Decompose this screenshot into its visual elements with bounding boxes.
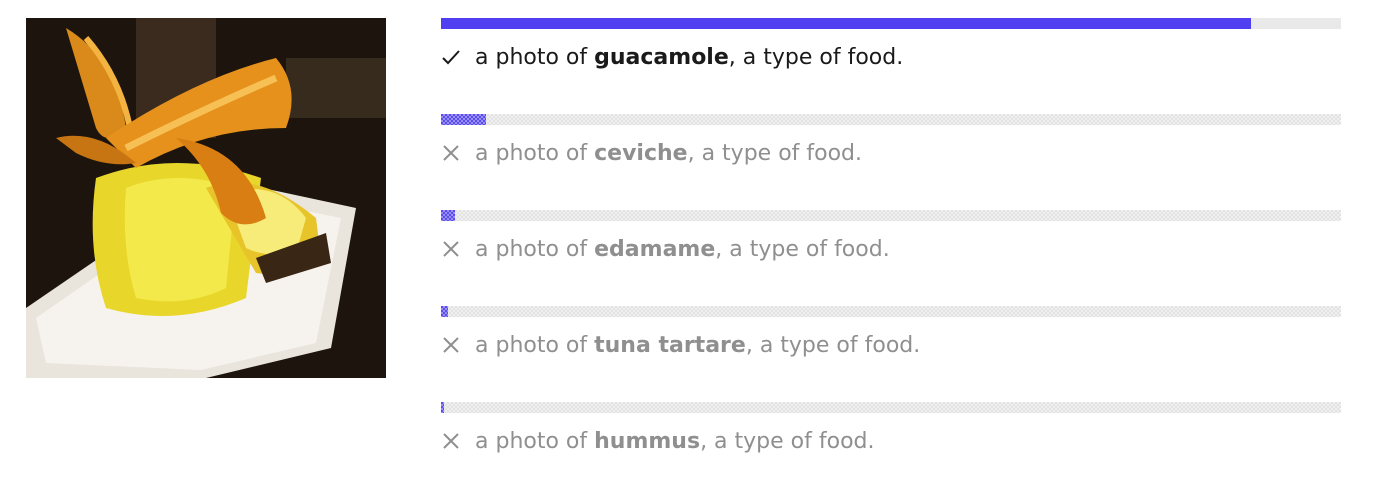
label-prefix: a photo of (475, 140, 595, 166)
prediction-label: a photo of hummus, a type of food. (441, 426, 874, 456)
label-prefix: a photo of (475, 428, 595, 454)
score-bar-fill (441, 18, 1251, 29)
label-prefix: a photo of (475, 236, 595, 262)
close-icon (441, 335, 461, 355)
class-name: edamame (594, 236, 716, 262)
prediction-label: a photo of tuna tartare, a type of food. (441, 330, 920, 360)
score-bar-track (441, 18, 1341, 29)
prediction-list: a photo of guacamole, a type of food. a p… (441, 18, 1341, 498)
score-bar-track (441, 306, 1341, 317)
score-bar-fill (441, 210, 456, 221)
prediction-row: a photo of guacamole, a type of food. (441, 18, 1341, 114)
label-prefix: a photo of (475, 332, 595, 358)
score-bar-fill (441, 402, 444, 413)
label-suffix: , a type of food. (687, 140, 863, 166)
close-icon (441, 239, 461, 259)
score-bar-track (441, 210, 1341, 221)
prediction-row: a photo of hummus, a type of food. (441, 402, 1341, 498)
score-bar-fill (441, 114, 486, 125)
label-suffix: , a type of food. (715, 236, 890, 262)
label-suffix: , a type of food. (745, 332, 921, 358)
label-suffix: , a type of food. (728, 44, 904, 70)
class-name: tuna tartare (594, 332, 746, 358)
prediction-row: a photo of tuna tartare, a type of food. (441, 306, 1341, 402)
class-name: ceviche (594, 140, 688, 166)
class-name: guacamole (594, 44, 729, 70)
prediction-label: a photo of guacamole, a type of food. (441, 42, 903, 72)
food-photo-image (26, 18, 386, 378)
prediction-row: a photo of ceviche, a type of food. (441, 114, 1341, 210)
label-prefix: a photo of (475, 44, 595, 70)
label-suffix: , a type of food. (700, 428, 875, 454)
close-icon (441, 143, 461, 163)
close-icon (441, 431, 461, 451)
score-bar-track (441, 402, 1341, 413)
prediction-label: a photo of edamame, a type of food. (441, 234, 890, 264)
score-bar-fill (441, 306, 449, 317)
check-icon (441, 47, 461, 67)
score-bar-track (441, 114, 1341, 125)
class-name: hummus (594, 428, 701, 454)
food-photo (26, 18, 386, 378)
prediction-label: a photo of ceviche, a type of food. (441, 138, 862, 168)
prediction-row: a photo of edamame, a type of food. (441, 210, 1341, 306)
